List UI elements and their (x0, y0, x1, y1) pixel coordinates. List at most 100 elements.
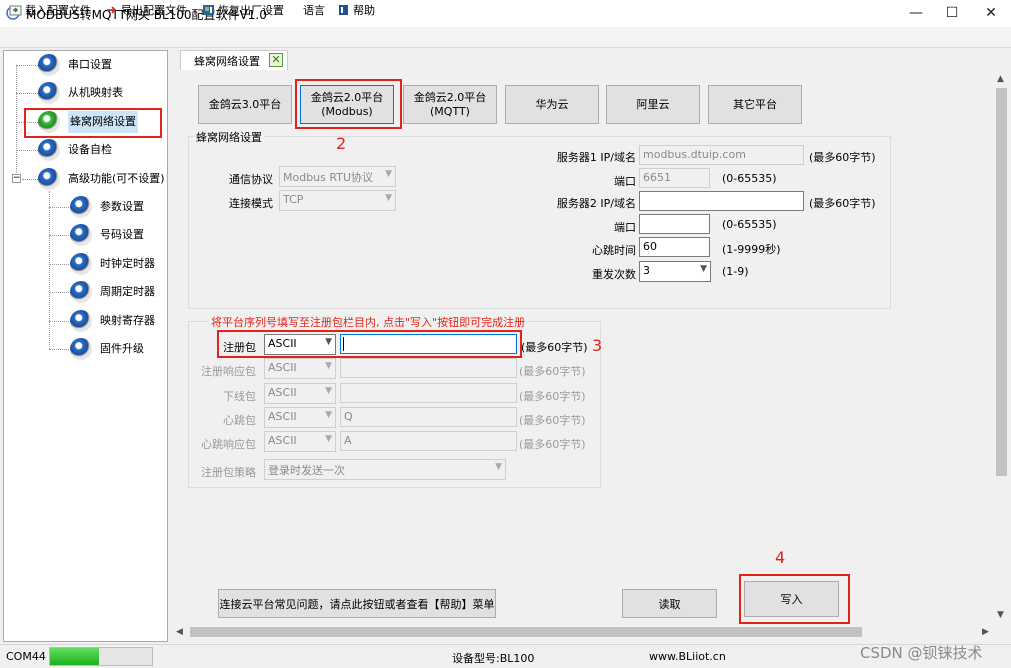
gear-ball-icon (70, 196, 92, 218)
annotation-box-4 (739, 574, 850, 624)
network-group-title: 蜂窝网络设置 (194, 129, 264, 145)
tree-item-period-timer[interactable]: 周期定时器 (4, 281, 164, 303)
protocol-value: Modbus RTU协议 (283, 171, 373, 184)
port2-input[interactable] (639, 214, 710, 234)
register-response-encoding-select[interactable]: ASCII ▼ (264, 358, 336, 379)
tab-close-icon[interactable]: ✕ (269, 53, 283, 67)
chevron-down-icon: ▼ (325, 361, 332, 371)
annotation-box-3 (217, 330, 522, 358)
chevron-down-icon: ▼ (325, 410, 332, 420)
gear-ball-icon (70, 224, 92, 246)
scroll-left-icon[interactable]: ◀ (176, 627, 183, 637)
heartbeat-response-input[interactable]: A (340, 431, 517, 451)
port1-label: 端口 (614, 175, 636, 188)
platform-label: 金鸽云3.0平台 (208, 97, 282, 111)
platform-jingeyun3-button[interactable]: 金鸽云3.0平台 (198, 85, 292, 124)
platform-aliyun-button[interactable]: 阿里云 (606, 85, 700, 124)
register-group-title: 将平台序列号填写至注册包栏目内, 点击"写入"按钮即可完成注册 (209, 314, 528, 330)
port1-hint: (0-65535) (722, 172, 777, 185)
scroll-down-icon[interactable]: ▼ (997, 610, 1004, 620)
com-port-status: COM44 (6, 650, 46, 663)
gear-ball-icon (38, 54, 60, 76)
heartbeat-packet-encoding-select[interactable]: ASCII ▼ (264, 407, 336, 428)
heartbeat-hint: (1-9999秒) (722, 243, 781, 256)
heartbeat-input[interactable]: 60 (639, 237, 710, 257)
mode-select[interactable]: TCP ▼ (279, 190, 396, 211)
annotation-number-3: 3 (592, 336, 603, 355)
tree-item-map-register[interactable]: 映射寄存器 (4, 310, 164, 332)
watermark-text: CSDN @钡铼技术 (860, 644, 983, 662)
website-link[interactable]: www.BLiiot.cn (649, 650, 726, 663)
register-response-label: 注册响应包 (201, 365, 256, 378)
retry-label: 重发次数 (592, 268, 636, 281)
read-button-label: 读取 (658, 597, 681, 611)
tree-item-numbers[interactable]: 号码设置 (4, 224, 164, 246)
server2-input[interactable] (639, 191, 804, 211)
strategy-select[interactable]: 登录时发送一次 ▼ (264, 459, 506, 480)
tree-item-advanced[interactable]: 高级功能(可不设置) (4, 168, 165, 190)
nav-tree: − 串口设置 从机映射表 蜂窝网络设置 设备自检 高级功能(可不设置) 参数设置… (3, 50, 168, 642)
tree-item-label: 固件升级 (100, 342, 144, 355)
register-response-hint: (最多60字节) (519, 365, 586, 378)
gear-ball-icon (38, 168, 60, 190)
tree-item-self-test[interactable]: 设备自检 (4, 139, 164, 161)
offline-packet-input[interactable] (340, 383, 517, 403)
tree-item-clock-timer[interactable]: 时钟定时器 (4, 253, 164, 275)
menu-factory-reset-label: 恢复出厂设置 (218, 4, 284, 17)
menu-help[interactable]: 帮助 (337, 3, 375, 19)
port2-label: 端口 (614, 221, 636, 234)
menu-load-config-label: 载入配置文件 (25, 4, 91, 17)
tab-label: 蜂窝网络设置 (194, 55, 260, 68)
chevron-down-icon: ▼ (495, 462, 502, 472)
retry-hint: (1-9) (722, 265, 749, 278)
heartbeat-response-encoding-select[interactable]: ASCII ▼ (264, 431, 336, 452)
register-response-input[interactable] (340, 358, 517, 378)
close-window-button[interactable]: ✕ (968, 0, 1011, 27)
gear-ball-icon (70, 338, 92, 360)
menu-bar (0, 27, 1011, 48)
tree-item-serial[interactable]: 串口设置 (4, 54, 164, 76)
port1-input[interactable]: 6651 (639, 168, 710, 188)
gear-ball-icon (38, 139, 60, 161)
retry-value: 3 (643, 264, 650, 277)
menu-load-config[interactable]: 载入配置文件 (9, 3, 91, 19)
platform-huawei-button[interactable]: 华为云 (505, 85, 599, 124)
chevron-down-icon: ▼ (325, 386, 332, 396)
server2-hint: (最多60字节) (809, 197, 876, 210)
strategy-label: 注册包策略 (201, 466, 256, 479)
offline-packet-hint: (最多60字节) (519, 390, 586, 403)
menu-language[interactable]: 语言 (303, 3, 325, 19)
annotation-box-2 (295, 79, 402, 129)
register-packet-hint: (最多60字节) (521, 341, 588, 354)
retry-select[interactable]: 3 ▼ (639, 261, 711, 282)
server1-label: 服务器1 IP/域名 (556, 151, 636, 164)
chevron-down-icon: ▼ (385, 169, 392, 179)
vertical-scroll-thumb[interactable] (996, 88, 1007, 476)
menu-export-config[interactable]: 导出配置文件 (105, 3, 187, 19)
read-button[interactable]: 读取 (622, 589, 717, 618)
server2-label: 服务器2 IP/域名 (556, 197, 636, 210)
tree-item-params[interactable]: 参数设置 (4, 196, 164, 218)
offline-packet-encoding-select[interactable]: ASCII ▼ (264, 383, 336, 404)
heartbeat-packet-input[interactable]: Q (340, 407, 517, 427)
scroll-up-icon[interactable]: ▲ (997, 74, 1004, 84)
tree-item-firmware[interactable]: 固件升级 (4, 338, 164, 360)
gear-ball-icon (70, 253, 92, 275)
platform-jingeyun2-mqtt-button[interactable]: 金鸽云2.0平台 (MQTT) (403, 85, 497, 124)
horizontal-scroll-thumb[interactable] (190, 627, 862, 637)
tree-item-label: 时钟定时器 (100, 257, 155, 270)
scroll-right-icon[interactable]: ▶ (982, 627, 989, 637)
menu-factory-reset[interactable]: 恢复出厂设置 (202, 3, 284, 19)
progress-bar-fill (50, 648, 99, 665)
platform-other-button[interactable]: 其它平台 (708, 85, 802, 124)
tree-item-label: 高级功能(可不设置) (68, 172, 165, 185)
factory-reset-icon (203, 5, 214, 15)
protocol-select[interactable]: Modbus RTU协议 ▼ (279, 166, 396, 187)
faq-button[interactable]: 连接云平台常见问题，请点此按钮或者查看【帮助】菜单 (218, 589, 496, 618)
tree-item-label: 从机映射表 (68, 86, 123, 99)
server1-input[interactable]: modbus.dtuip.com (639, 145, 804, 165)
gear-ball-icon (70, 310, 92, 332)
heartbeat-label: 心跳时间 (592, 244, 636, 257)
tree-item-slave-map[interactable]: 从机映射表 (4, 82, 164, 104)
annotation-number-4: 4 (775, 548, 786, 567)
